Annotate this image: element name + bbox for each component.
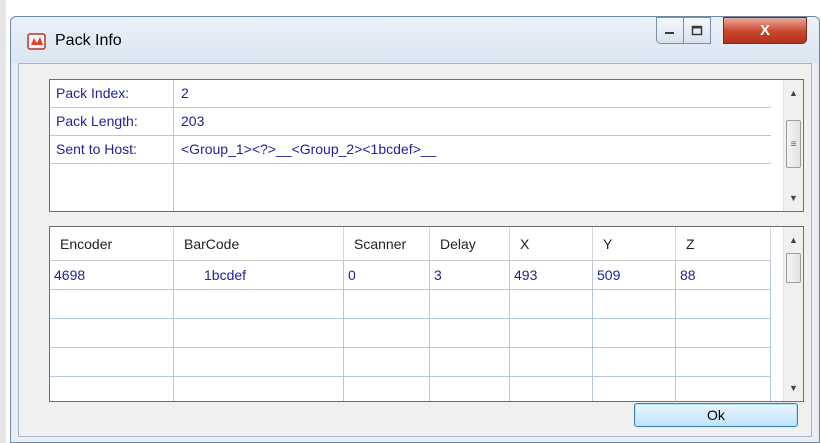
scroll-thumb[interactable]: ≡: [786, 120, 801, 168]
minimize-button[interactable]: [656, 17, 684, 44]
cell-barcode[interactable]: [174, 377, 344, 401]
cell-y[interactable]: [593, 319, 676, 348]
cell-delay[interactable]: [430, 377, 510, 401]
info-value[interactable]: [174, 164, 181, 196]
cell-barcode[interactable]: [174, 348, 344, 377]
table-scrollbar[interactable]: ▲ ▼: [783, 227, 803, 401]
cell-scanner[interactable]: 0: [344, 261, 430, 290]
scroll-up-arrow-icon[interactable]: ▲: [784, 231, 803, 249]
app-icon: [27, 33, 46, 50]
cell-encoder[interactable]: [50, 348, 174, 377]
pack-info-dialog: Pack Info X Pack Index: 2 Pack Length: 2…: [10, 16, 820, 443]
close-icon: X: [759, 22, 770, 39]
ok-button[interactable]: Ok: [634, 403, 798, 427]
cell-scanner[interactable]: [344, 348, 430, 377]
cell-delay[interactable]: [430, 290, 510, 319]
maximize-button[interactable]: [683, 17, 711, 44]
cell-z[interactable]: [676, 348, 771, 377]
table-row[interactable]: 4698 1bcdef 0 3 493 509 88: [50, 261, 771, 290]
cell-scanner[interactable]: [344, 377, 430, 401]
close-button[interactable]: X: [723, 17, 807, 44]
table-row[interactable]: [50, 348, 771, 377]
column-header-z[interactable]: Z: [676, 227, 771, 261]
cell-x[interactable]: [510, 319, 593, 348]
scan-data-table[interactable]: Encoder BarCode Scanner Delay X Y Z 4698…: [49, 226, 804, 402]
cell-delay[interactable]: 3: [430, 261, 510, 290]
info-row-pack-length: Pack Length: 203: [50, 108, 771, 136]
info-label: Pack Index:: [50, 80, 174, 107]
scroll-down-arrow-icon[interactable]: ▼: [784, 379, 803, 397]
background-edge: [0, 0, 6, 443]
cell-x[interactable]: [510, 348, 593, 377]
cell-z[interactable]: [676, 377, 771, 401]
cell-y[interactable]: [593, 377, 676, 401]
column-header-y[interactable]: Y: [593, 227, 676, 261]
scroll-down-arrow-icon[interactable]: ▼: [784, 189, 803, 207]
cell-y[interactable]: 509: [593, 261, 676, 290]
info-row-pack-index: Pack Index: 2: [50, 80, 771, 108]
dialog-body: Pack Index: 2 Pack Length: 203 Sent to H…: [18, 63, 812, 437]
pack-info-grid[interactable]: Pack Index: 2 Pack Length: 203 Sent to H…: [49, 79, 804, 212]
cell-x[interactable]: [510, 290, 593, 319]
cell-y[interactable]: [593, 348, 676, 377]
cell-delay[interactable]: [430, 319, 510, 348]
column-header-delay[interactable]: Delay: [430, 227, 510, 261]
info-row-empty: [50, 164, 771, 211]
cell-y[interactable]: [593, 290, 676, 319]
scroll-thumb[interactable]: [786, 253, 801, 283]
cell-z[interactable]: [676, 319, 771, 348]
cell-encoder[interactable]: [50, 377, 174, 401]
minimize-icon: [665, 31, 674, 34]
info-row-sent-to-host: Sent to Host: <Group_1><?>__<Group_2><1b…: [50, 136, 771, 164]
cell-barcode[interactable]: 1bcdef: [174, 261, 344, 290]
maximize-icon: [691, 25, 703, 36]
cell-x[interactable]: [510, 377, 593, 401]
column-header-x[interactable]: X: [510, 227, 593, 261]
cell-barcode[interactable]: [174, 290, 344, 319]
cell-encoder[interactable]: [50, 319, 174, 348]
info-label: Pack Length:: [50, 108, 174, 135]
table-row[interactable]: [50, 377, 771, 401]
cell-z[interactable]: [676, 290, 771, 319]
info-label: [50, 164, 174, 211]
info-label: Sent to Host:: [50, 136, 174, 163]
cell-delay[interactable]: [430, 348, 510, 377]
cell-scanner[interactable]: [344, 319, 430, 348]
cell-barcode[interactable]: [174, 319, 344, 348]
column-header-encoder[interactable]: Encoder: [50, 227, 174, 261]
title-bar[interactable]: Pack Info X: [11, 17, 819, 63]
cell-encoder[interactable]: [50, 290, 174, 319]
cell-encoder[interactable]: 4698: [50, 261, 174, 290]
table-row[interactable]: [50, 290, 771, 319]
table-row[interactable]: [50, 319, 771, 348]
table-header: Encoder BarCode Scanner Delay X Y Z: [50, 227, 771, 261]
scroll-up-arrow-icon[interactable]: ▲: [784, 84, 803, 102]
cell-scanner[interactable]: [344, 290, 430, 319]
info-scrollbar[interactable]: ▲ ≡ ▼: [783, 80, 803, 211]
cell-x[interactable]: 493: [510, 261, 593, 290]
column-header-scanner[interactable]: Scanner: [344, 227, 430, 261]
cell-z[interactable]: 88: [676, 261, 771, 290]
window-title: Pack Info: [55, 32, 122, 49]
column-header-barcode[interactable]: BarCode: [174, 227, 344, 261]
